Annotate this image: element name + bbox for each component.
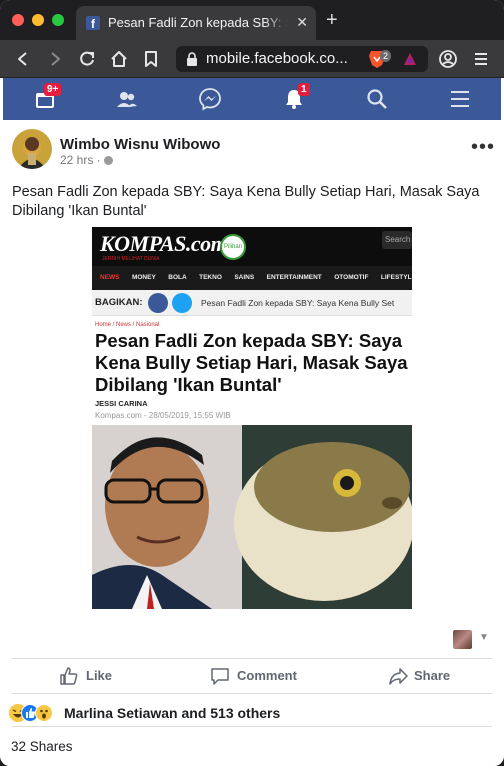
url-text: mobile.facebook.co... xyxy=(206,50,348,67)
reaction-avatar-thumbnail[interactable] xyxy=(453,630,472,649)
share-title: Pesan Fadli Zon kepada SBY: Saya Kena Bu… xyxy=(201,298,395,308)
reaction-summary[interactable]: Marlina Setiawan and 513 others xyxy=(64,705,280,721)
kompas-menu-item: LIFESTYLE xyxy=(380,274,412,281)
browser-window: f Pesan Fadli Zon kepada SBY: Saya ✕ + m… xyxy=(0,0,504,766)
facebook-nav-bar: 9+ 1 xyxy=(3,78,501,120)
hamburger-menu-icon[interactable] xyxy=(448,87,472,111)
article-byline: JESSI CARINA xyxy=(95,399,148,408)
comment-button[interactable]: Comment xyxy=(210,664,310,688)
kompas-share-bar: BAGIKAN: Pesan Fadli Zon kepada SBY: Say… xyxy=(92,290,412,316)
kompas-menu-item: BOLA xyxy=(168,274,187,281)
messenger-icon[interactable] xyxy=(198,87,222,111)
kompas-search: Search xyxy=(382,231,412,249)
share-button[interactable]: Share xyxy=(388,664,458,688)
kompas-header: KOMPAS.com JERNIH MELIHAT DUNIA Pilihan … xyxy=(92,227,412,266)
close-window-button[interactable] xyxy=(12,14,24,26)
post-card: Wimbo Wisnu Wibowo 22 hrs · ••• Pesan Fa… xyxy=(3,120,501,766)
post-text: Pesan Fadli Zon kepada SBY: Saya Kena Bu… xyxy=(12,184,480,219)
post-time-text: 22 hrs · xyxy=(60,153,101,167)
article-breadcrumb: Home / News / Nasional xyxy=(95,322,160,328)
share-label: Share xyxy=(414,668,451,683)
kompas-menu-item: ENTERTAINMENT xyxy=(266,274,322,281)
like-label: Like xyxy=(86,668,113,683)
divider xyxy=(12,726,492,727)
bookmark-icon[interactable] xyxy=(140,48,162,70)
divider xyxy=(12,658,492,659)
tab-title: Pesan Fadli Zon kepada SBY: Saya xyxy=(108,15,288,30)
globe-icon xyxy=(103,156,113,165)
article-date: Kompas.com - 28/05/2019, 15:55 WIB xyxy=(95,411,231,420)
chevron-down-icon[interactable]: ▼ xyxy=(479,632,489,643)
address-bar[interactable]: mobile.facebook.co... 2 xyxy=(176,46,428,72)
kompas-logo: KOMPAS.com xyxy=(100,231,228,256)
friends-icon[interactable] xyxy=(115,87,139,111)
kompas-menu-item: TEKNO xyxy=(199,274,222,281)
brave-rewards-icon[interactable] xyxy=(403,52,417,66)
notifications-badge: 1 xyxy=(298,83,310,96)
article-headline: Pesan Fadli Zon kepada SBY: Saya Kena Bu… xyxy=(95,330,408,395)
brave-shields-count: 2 xyxy=(380,50,392,62)
news-feed-badge: 9+ xyxy=(44,83,62,96)
new-tab-button[interactable]: + xyxy=(326,10,338,30)
tab-strip: f Pesan Fadli Zon kepada SBY: Saya ✕ + xyxy=(0,0,504,40)
kompas-menu-item: OTOMOTIF xyxy=(334,274,369,281)
article-photo xyxy=(92,425,412,609)
back-icon[interactable] xyxy=(12,48,34,70)
post-time: 22 hrs · xyxy=(60,153,113,167)
twitter-share-icon xyxy=(172,293,192,313)
reload-icon[interactable] xyxy=(76,48,98,70)
share-label: BAGIKAN: xyxy=(95,297,143,308)
home-icon[interactable] xyxy=(108,48,130,70)
pilihan-badge: Pilihan xyxy=(220,234,246,260)
kompas-menu-item: NEWS xyxy=(100,274,120,281)
tab-active[interactable]: f Pesan Fadli Zon kepada SBY: Saya ✕ xyxy=(76,6,316,40)
more-options-button[interactable]: ••• xyxy=(471,136,495,159)
comment-label: Comment xyxy=(237,668,297,683)
forward-icon[interactable] xyxy=(44,48,66,70)
menu-icon[interactable] xyxy=(470,48,492,70)
facebook-favicon-icon: f xyxy=(86,16,100,30)
minimize-window-button[interactable] xyxy=(32,14,44,26)
lock-icon xyxy=(187,52,197,66)
search-icon[interactable] xyxy=(365,87,389,111)
author-avatar[interactable] xyxy=(12,129,52,169)
profile-icon[interactable] xyxy=(437,48,459,70)
like-button[interactable]: Like xyxy=(59,664,149,688)
shared-article-image[interactable]: KOMPAS.com JERNIH MELIHAT DUNIA Pilihan … xyxy=(92,227,412,609)
wow-reaction-icon xyxy=(35,704,53,722)
kompas-tagline: JERNIH MELIHAT DUNIA xyxy=(102,256,160,262)
thumbs-up-icon xyxy=(60,667,78,685)
reaction-emojis[interactable] xyxy=(9,704,61,722)
kompas-menu-item: SAINS xyxy=(234,274,255,281)
kompas-menu-item: MONEY xyxy=(131,274,156,281)
share-arrow-icon xyxy=(389,668,408,685)
maximize-window-button[interactable] xyxy=(52,14,64,26)
browser-toolbar: mobile.facebook.co... 2 xyxy=(0,40,504,78)
kompas-menu: NEWS MONEY BOLA TEKNO SAINS ENTERTAINMEN… xyxy=(92,266,412,290)
divider xyxy=(12,693,492,694)
facebook-share-icon xyxy=(148,293,168,313)
tab-close-icon[interactable]: ✕ xyxy=(296,14,308,31)
author-name[interactable]: Wimbo Wisnu Wibowo xyxy=(60,136,220,153)
share-count[interactable]: 32 Shares xyxy=(11,739,73,754)
comment-icon xyxy=(211,668,229,685)
